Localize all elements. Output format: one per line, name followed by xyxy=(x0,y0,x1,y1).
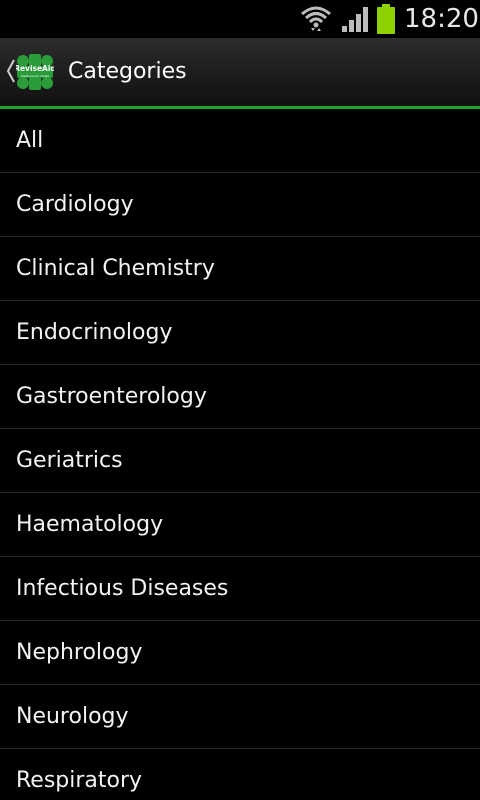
category-list[interactable]: All Cardiology Clinical Chemistry Endocr… xyxy=(0,109,480,800)
category-item-all[interactable]: All xyxy=(0,109,480,173)
category-label: Geriatrics xyxy=(16,448,123,473)
category-item-nephrology[interactable]: Nephrology xyxy=(0,621,480,685)
category-item-respiratory[interactable]: Respiratory xyxy=(0,749,480,800)
category-item-cardiology[interactable]: Cardiology xyxy=(0,173,480,237)
category-item-gastroenterology[interactable]: Gastroenterology xyxy=(0,365,480,429)
category-item-geriatrics[interactable]: Geriatrics xyxy=(0,429,480,493)
category-label: Endocrinology xyxy=(16,320,173,345)
category-label: Cardiology xyxy=(16,192,134,217)
app-screen: 18:20 ReviseAid Medicine for Finals Cate… xyxy=(0,0,480,800)
category-label: Haematology xyxy=(16,512,164,537)
status-time: 18:20 xyxy=(404,4,479,34)
category-item-infectious-diseases[interactable]: Infectious Diseases xyxy=(0,557,480,621)
action-bar: ReviseAid Medicine for Finals Categories xyxy=(0,38,480,106)
category-item-haematology[interactable]: Haematology xyxy=(0,493,480,557)
wifi-icon xyxy=(301,6,331,31)
category-label: Infectious Diseases xyxy=(16,576,229,601)
category-item-endocrinology[interactable]: Endocrinology xyxy=(0,301,480,365)
chevron-left-icon xyxy=(6,59,15,83)
category-item-neurology[interactable]: Neurology xyxy=(0,685,480,749)
category-label: Clinical Chemistry xyxy=(16,256,215,281)
app-logo: ReviseAid Medicine for Finals xyxy=(16,54,54,90)
page-title: Categories xyxy=(68,59,187,84)
signal-icon xyxy=(342,7,368,32)
logo-text-bottom: Medicine for Finals xyxy=(21,74,49,78)
category-label: Gastroenterology xyxy=(16,384,207,409)
logo-text-top: ReviseAid xyxy=(16,64,54,73)
status-bar: 18:20 xyxy=(0,0,480,38)
category-label: All xyxy=(16,128,44,153)
up-button[interactable]: ReviseAid Medicine for Finals xyxy=(0,38,56,106)
category-item-clinical-chemistry[interactable]: Clinical Chemistry xyxy=(0,237,480,301)
battery-icon xyxy=(377,4,395,34)
category-label: Neurology xyxy=(16,704,129,729)
category-label: Respiratory xyxy=(16,768,143,793)
category-label: Nephrology xyxy=(16,640,143,665)
